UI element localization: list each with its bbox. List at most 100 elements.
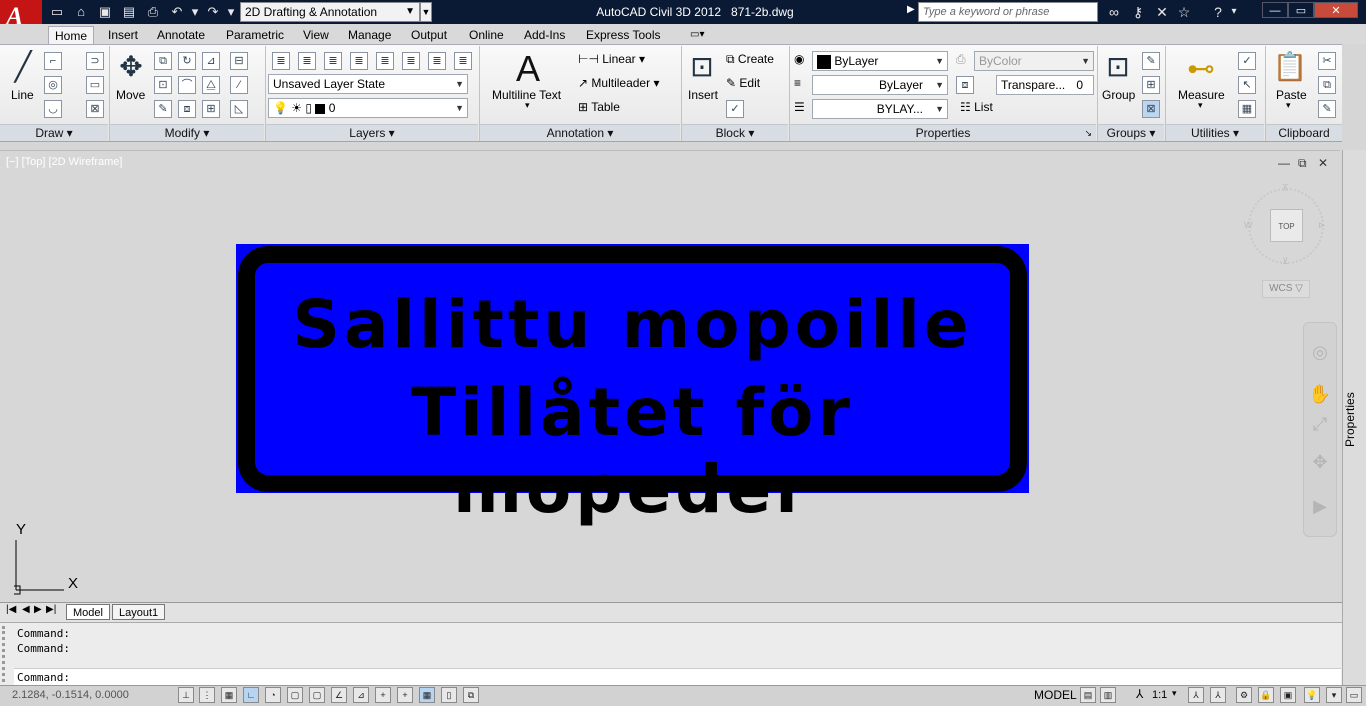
quick-access-menu-icon[interactable]: ▼ (420, 2, 432, 22)
layer-freeze-icon[interactable]: ≣ (428, 52, 446, 70)
quick-properties-icon[interactable]: ▯ (441, 687, 457, 703)
coordinates-readout[interactable]: 2.1284, -0.1514, 0.0000 (12, 689, 129, 701)
undo-dropdown-icon[interactable]: ▾ (186, 3, 204, 21)
viewport-close-icon[interactable]: ✕ (1318, 156, 1328, 170)
workspace-dropdown[interactable]: 2D Drafting & Annotation ▼ (240, 2, 420, 22)
linetype-icon[interactable]: ☰ (794, 100, 805, 114)
circle-icon[interactable]: ◎ (44, 76, 62, 94)
steering-wheel-icon[interactable]: ◎ (1308, 342, 1332, 366)
scale-icon[interactable]: ✎ (154, 100, 172, 118)
wcs-menu[interactable]: WCS ▽ (1262, 280, 1310, 298)
fillet-icon[interactable]: ⌒ (178, 76, 196, 94)
next-layout-icon[interactable]: ▶ (34, 604, 42, 615)
chevron-down-icon[interactable]: ▾ (1198, 100, 1203, 111)
object-snap-icon[interactable]: ▢ (287, 687, 303, 703)
status-menu-icon[interactable]: ▾ (1326, 687, 1342, 703)
ribbon-minimize-icon[interactable]: ▭▾ (684, 26, 710, 44)
polyline-icon[interactable]: ⌐ (44, 52, 62, 70)
favorites-star-icon[interactable]: ☆ (1174, 3, 1194, 21)
layer-match-icon[interactable]: ≣ (324, 52, 342, 70)
quick-select-icon[interactable]: ✓ (1238, 52, 1256, 70)
layer-make-current-icon[interactable]: ≣ (298, 52, 316, 70)
layers-panel-title[interactable]: Layers ▾ (266, 124, 478, 141)
chevron-down-icon[interactable]: ▾ (1286, 100, 1291, 111)
hatch-icon[interactable]: ⊃ (86, 52, 104, 70)
tab-insert[interactable]: Insert (102, 26, 144, 44)
chevron-down-icon[interactable]: ▾ (1172, 688, 1177, 699)
lineweight-dropdown[interactable]: BYLAY... ▼ (812, 99, 948, 119)
clean-screen-icon[interactable]: ▭ (1346, 687, 1362, 703)
dynamic-ucs-icon[interactable]: ⊿ (353, 687, 369, 703)
hardware-acceleration-icon[interactable]: ▣ (1280, 687, 1296, 703)
help-dropdown-icon[interactable]: ▾ (1228, 3, 1240, 21)
attribute-icon[interactable]: ✓ (726, 100, 744, 118)
binoculars-icon[interactable]: ∞ (1104, 3, 1124, 21)
paste-icon[interactable]: 📋 (1272, 50, 1308, 86)
move-icon[interactable]: ✥ (114, 50, 148, 86)
orbit-icon[interactable]: ✥ (1308, 452, 1332, 476)
table-button[interactable]: ⊞ Table (578, 100, 620, 114)
match-properties-icon[interactable]: ✎ (1318, 100, 1336, 118)
annotation-panel-title[interactable]: Annotation ▾ (480, 124, 680, 141)
quick-view-drawings-icon[interactable]: ▥ (1100, 687, 1116, 703)
subscription-icon[interactable]: ⚷ (1128, 3, 1148, 21)
save-icon[interactable]: ▣ (96, 3, 114, 21)
multileader-button[interactable]: ↗ Multileader ▾ (578, 76, 659, 90)
color-dropdown[interactable]: ByLayer ▼ (812, 51, 948, 71)
compass-e-icon[interactable]: ⊳ (1318, 220, 1326, 231)
maximize-button[interactable]: ▭ (1288, 2, 1314, 18)
create-block-button[interactable]: ⧉ Create (726, 52, 774, 67)
edit-block-button[interactable]: ✎ Edit (726, 76, 760, 90)
clipboard-panel-title[interactable]: Clipboard (1266, 124, 1342, 141)
print-icon[interactable]: ⎙ (144, 3, 162, 21)
layer-isolate-icon[interactable]: ≣ (376, 52, 394, 70)
draw-panel-title[interactable]: Draw ▾ (0, 124, 108, 141)
tab-model[interactable]: Model (66, 604, 110, 620)
insert-block-icon[interactable]: ⊡ (684, 50, 720, 86)
selection-cycling-icon[interactable]: ⧉ (463, 687, 479, 703)
tab-output[interactable]: Output (405, 26, 453, 44)
toolbar-lock-icon[interactable]: 🔒 (1258, 687, 1274, 703)
modify-panel-title[interactable]: Modify ▾ (110, 124, 264, 141)
rotate-icon[interactable]: ↻ (178, 52, 196, 70)
groups-panel-title[interactable]: Groups ▾ (1098, 124, 1164, 141)
copy-icon[interactable]: ⧉ (154, 52, 172, 70)
layer-dropdown[interactable]: 💡 ☀ ▯ 0 ▼ (268, 98, 468, 118)
quick-view-layouts-icon[interactable]: ▤ (1080, 687, 1096, 703)
erase-icon[interactable]: ⊟ (230, 52, 248, 70)
tab-annotate[interactable]: Annotate (151, 26, 211, 44)
paste-label[interactable]: Paste (1276, 88, 1307, 102)
dynamic-input-icon[interactable]: + (375, 687, 391, 703)
compass-s-icon[interactable]: ⊻ (1282, 256, 1289, 267)
workspace-switching-icon[interactable]: ⚙ (1236, 687, 1252, 703)
list-button[interactable]: ☷ List (960, 100, 993, 114)
redo-dropdown-icon[interactable]: ▾ (222, 3, 240, 21)
measure-icon[interactable]: ⊷ (1184, 52, 1218, 86)
move-button-label[interactable]: Move (116, 88, 145, 102)
tab-add-ins[interactable]: Add-Ins (518, 26, 571, 44)
grid-display-icon[interactable]: ▦ (221, 687, 237, 703)
save-as-icon[interactable]: ▤ (120, 3, 138, 21)
tab-layout1[interactable]: Layout1 (112, 604, 166, 620)
transparency-display-icon[interactable]: ▦ (419, 687, 435, 703)
prev-layout-icon[interactable]: ◀ (22, 604, 30, 615)
tab-manage[interactable]: Manage (342, 26, 397, 44)
communication-icon[interactable]: ✕ (1152, 3, 1172, 21)
command-grip-handle[interactable] (2, 626, 12, 682)
annotation-scale-icon[interactable]: ⅄ (1136, 687, 1143, 701)
chamfer-icon[interactable]: ◺ (230, 100, 248, 118)
snap-mode-icon[interactable]: ⋮ (199, 687, 215, 703)
color-wheel-icon[interactable]: ◉ (794, 52, 804, 66)
redo-icon[interactable]: ↷ (204, 3, 222, 21)
3d-object-snap-icon[interactable]: ▢ (309, 687, 325, 703)
rectangle-icon[interactable]: ▭ (86, 76, 104, 94)
linear-dimension-button[interactable]: ⊢⊣ Linear ▾ (578, 52, 645, 66)
tab-express-tools[interactable]: Express Tools (580, 26, 666, 44)
utilities-panel-title[interactable]: Utilities ▾ (1166, 124, 1264, 141)
help-icon[interactable]: ? (1208, 3, 1228, 21)
copy-clip-icon[interactable]: ⧉ (1318, 76, 1336, 94)
tab-online[interactable]: Online (463, 26, 510, 44)
search-expand-icon[interactable]: ▶ (907, 4, 917, 20)
lineweight-display-icon[interactable]: + (397, 687, 413, 703)
group-label[interactable]: Group (1102, 88, 1135, 102)
